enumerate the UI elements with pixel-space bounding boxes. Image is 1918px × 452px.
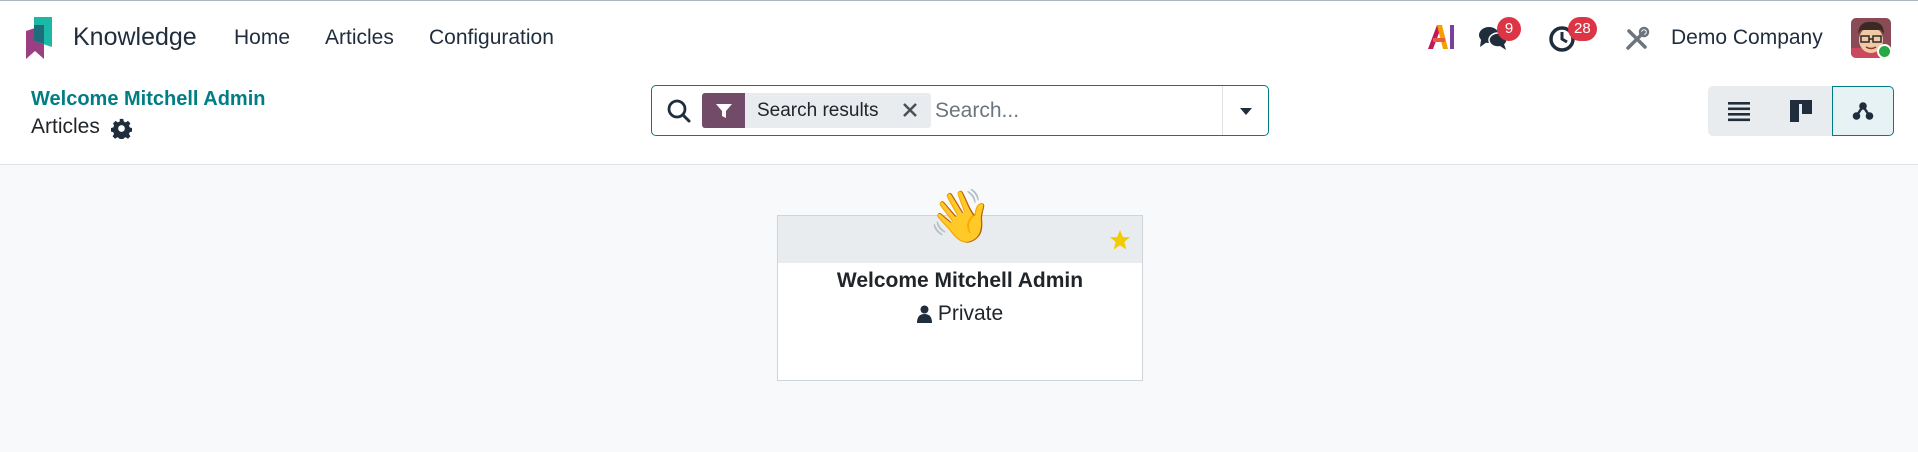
search-box: Search results [651, 85, 1269, 136]
gear-icon[interactable] [111, 118, 132, 139]
chevron-down-icon [1239, 107, 1252, 115]
ai-icon[interactable] [1426, 21, 1456, 51]
online-status-indicator [1877, 44, 1892, 59]
filter-icon [702, 93, 745, 128]
activities-count-badge: 28 [1568, 17, 1597, 41]
menu-articles[interactable]: Articles [325, 26, 394, 50]
close-icon[interactable] [901, 101, 919, 119]
hierarchy-view-icon [1852, 102, 1874, 120]
menu-home[interactable]: Home [234, 26, 290, 50]
search-icon[interactable] [666, 98, 692, 124]
messages-count-badge: 9 [1497, 17, 1521, 41]
breadcrumb-parent-link[interactable]: Welcome Mitchell Admin [31, 88, 265, 111]
list-view-icon [1728, 102, 1750, 122]
article-privacy: Private [778, 302, 1142, 326]
kanban-view-button[interactable] [1770, 86, 1832, 136]
menu-configuration[interactable]: Configuration [429, 26, 554, 50]
search-options-toggle[interactable] [1222, 86, 1268, 135]
view-switcher [1708, 86, 1894, 136]
knowledge-app-logo[interactable] [26, 17, 52, 59]
debug-tools-icon[interactable] [1624, 26, 1650, 52]
user-icon [916, 305, 932, 323]
control-panel: Welcome Mitchell Admin Articles Search r… [0, 78, 1918, 165]
facet-label: Search results [757, 99, 879, 121]
top-navbar: Knowledge Home Articles Configuration 9 … [0, 0, 1918, 78]
hierarchy-view-button[interactable] [1832, 86, 1894, 136]
search-facet: Search results [702, 93, 931, 128]
star-icon[interactable] [1109, 229, 1131, 251]
breadcrumb-current: Articles [31, 115, 100, 138]
article-privacy-label: Private [937, 302, 1004, 325]
list-view-button[interactable] [1708, 86, 1770, 136]
company-switcher[interactable]: Demo Company [1671, 26, 1823, 50]
article-title: Welcome Mitchell Admin [836, 269, 1084, 292]
article-emoji-icon: 👋 [928, 188, 993, 246]
search-input[interactable] [935, 94, 1220, 128]
kanban-view-icon [1790, 100, 1812, 122]
article-card[interactable]: 👋 Welcome Mitchell Admin Private [777, 188, 1143, 381]
app-name[interactable]: Knowledge [73, 23, 197, 52]
